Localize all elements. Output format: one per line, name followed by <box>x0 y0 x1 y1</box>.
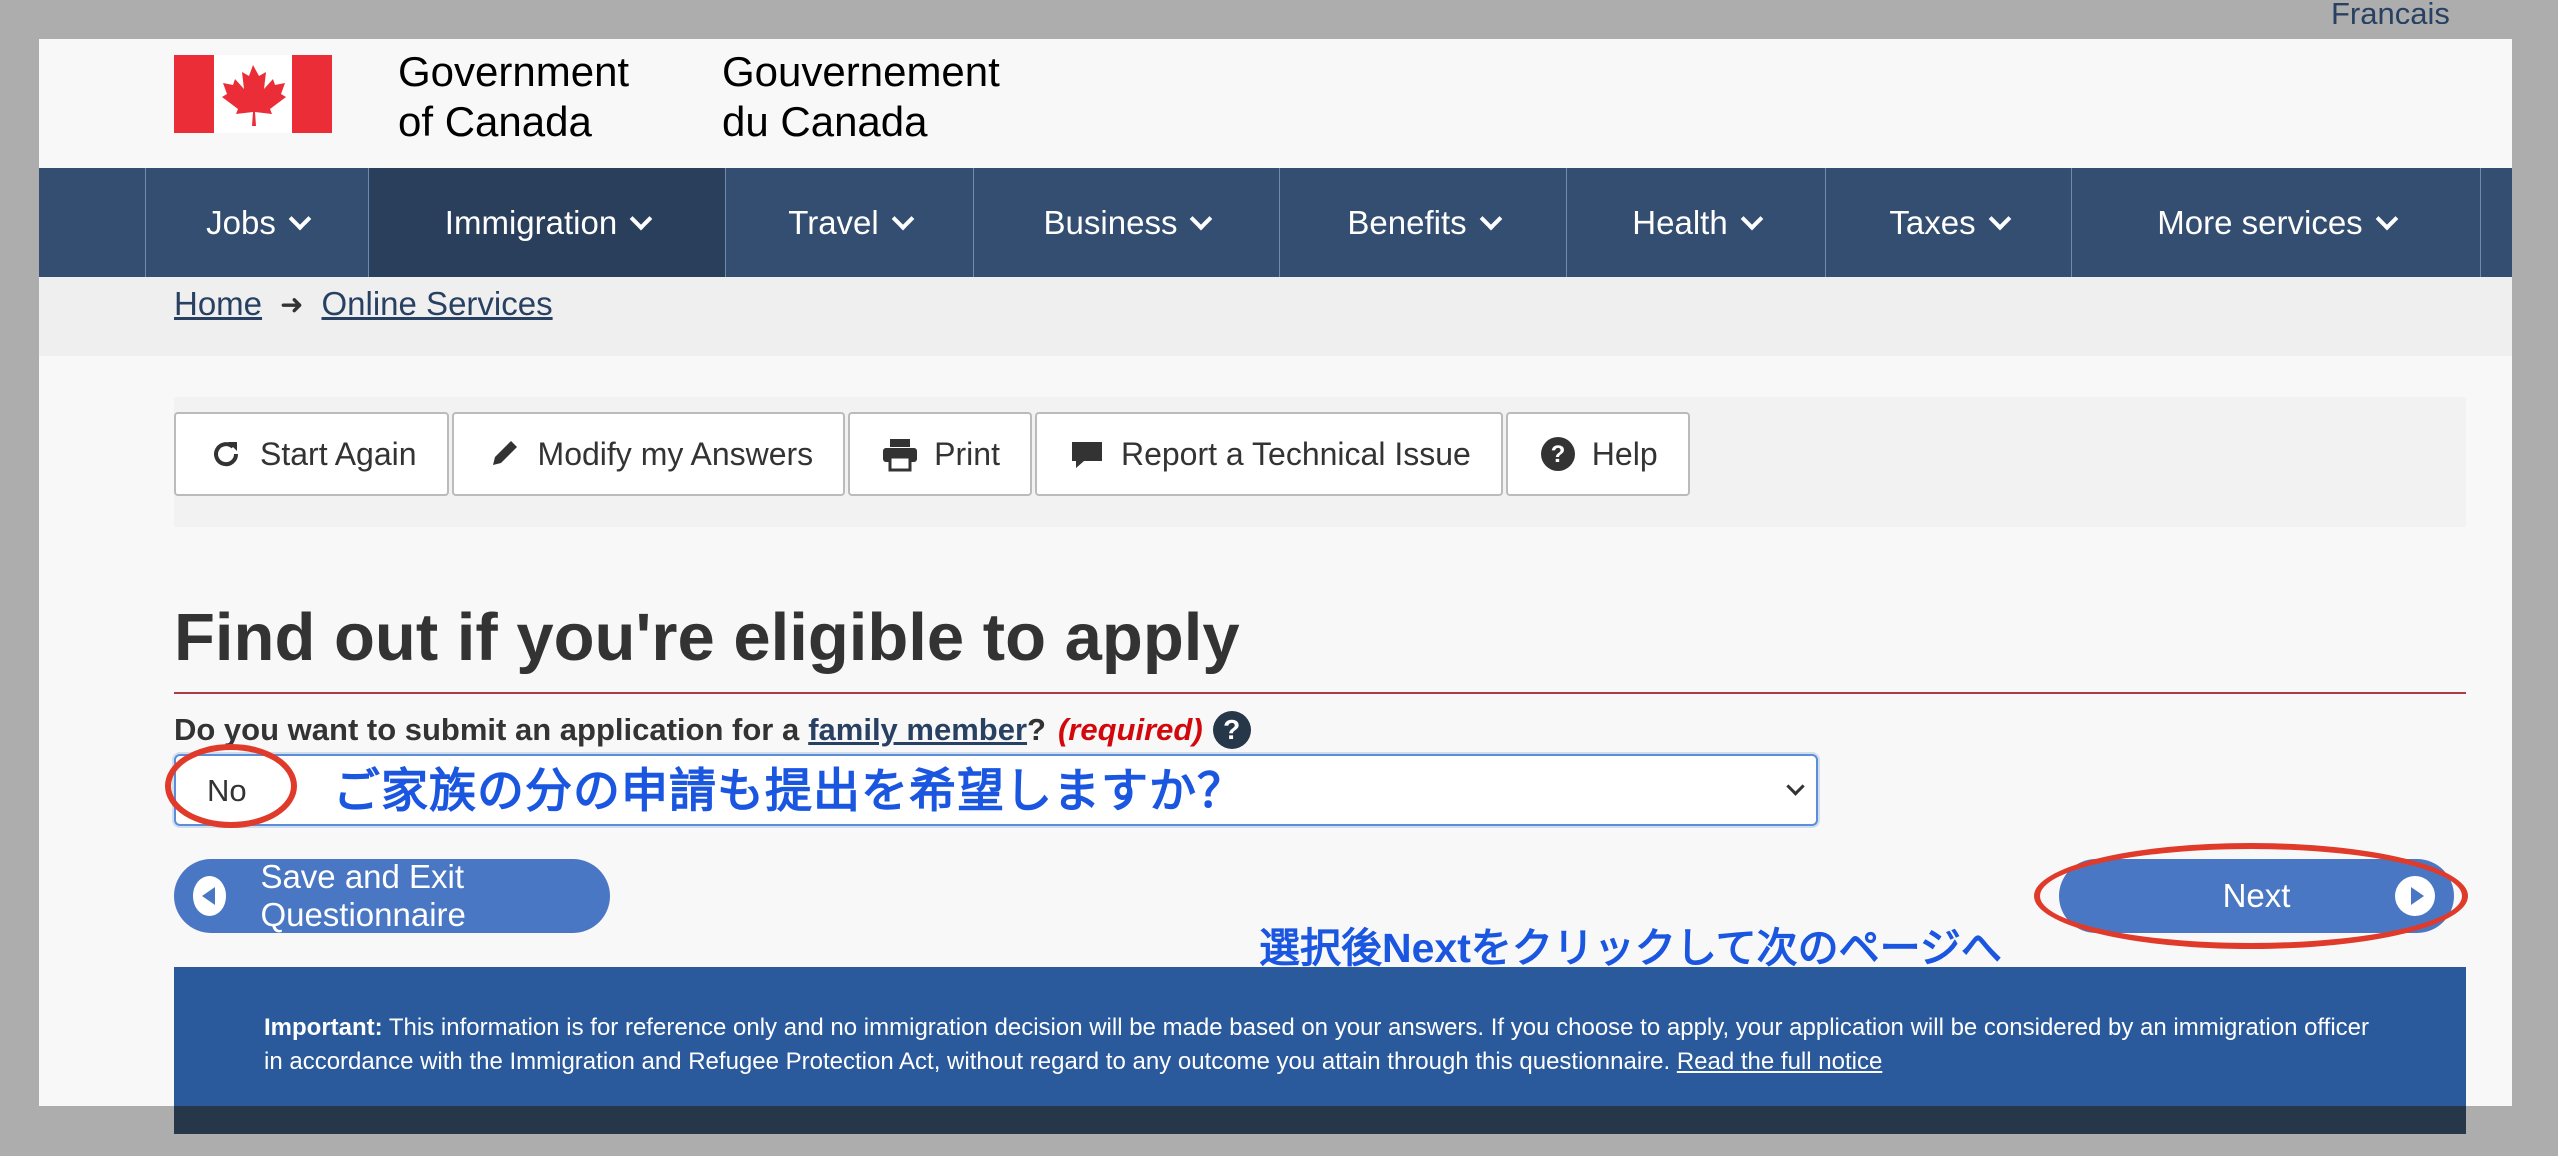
modify-answers-label: Modify my Answers <box>537 435 814 472</box>
help-glyph: ? <box>1223 714 1241 745</box>
printer-icon <box>880 434 920 474</box>
chevron-down-icon <box>2375 207 2399 230</box>
annotation-select-note: ご家族の分の申請も提出を希望しますか？ <box>333 764 1245 817</box>
annotation-circle-select <box>165 744 297 828</box>
chevron-down-icon <box>1988 207 2011 230</box>
menu-item-label: More services <box>2157 203 2363 241</box>
question-mark-text: ? <box>1027 712 1046 747</box>
comment-icon <box>1067 434 1107 474</box>
menu-item-more-services[interactable]: More services <box>2072 168 2481 277</box>
notice-body: This information is for reference only a… <box>264 1014 2370 1075</box>
save-exit-label: Save and Exit Questionnaire <box>260 858 466 933</box>
chevron-down-icon <box>891 207 915 230</box>
page-frame: Government of Canada Gouvernement du Can… <box>39 39 2512 1106</box>
save-exit-button[interactable]: Save and Exit Questionnaire <box>174 858 610 933</box>
menu-item-taxes[interactable]: Taxes <box>1826 168 2072 277</box>
menu-item-travel[interactable]: Travel <box>726 168 974 277</box>
notice-label: Important: <box>264 1014 383 1041</box>
menu-item-immigration[interactable]: Immigration <box>369 168 726 277</box>
annotation-next-note: 選択後Nextをクリックして次のページへ <box>1259 925 2002 971</box>
menu-item-label: Business <box>1043 203 1178 241</box>
breadcrumb: Home ➜ Online Services <box>174 285 553 323</box>
modify-answers-button[interactable]: Modify my Answers <box>451 412 846 496</box>
chevron-down-icon <box>1740 207 1764 230</box>
breadcrumb-online-services-link[interactable]: Online Services <box>322 285 553 323</box>
breadcrumb-home-link[interactable]: Home <box>174 285 262 323</box>
start-again-button[interactable]: Start Again <box>174 412 449 496</box>
chevron-down-icon <box>1479 207 1502 230</box>
arrow-right-icon: ➜ <box>280 288 304 320</box>
footer-strip <box>174 1106 2466 1134</box>
svg-text:?: ? <box>1550 441 1565 468</box>
chevron-down-icon <box>288 207 312 230</box>
page-title: Find out if you're eligible to apply <box>174 600 1240 675</box>
help-circle-icon[interactable]: ? <box>1212 711 1251 749</box>
help-label: Help <box>1591 435 1658 472</box>
chevron-down-icon <box>629 207 653 230</box>
report-issue-label: Report a Technical Issue <box>1120 435 1471 472</box>
main-menu-band: Jobs Immigration Travel Business Benefit… <box>39 168 2512 277</box>
signature-fr-line2: du Canada <box>722 98 928 145</box>
menu-item-label: Immigration <box>444 203 618 241</box>
pencil-icon <box>484 434 524 474</box>
question-label: Do you want to submit an application for… <box>174 711 1251 749</box>
help-button[interactable]: ? Help <box>1505 412 1690 496</box>
question-circle-icon: ? <box>1538 434 1578 474</box>
government-signature-en[interactable]: Government of Canada <box>398 47 629 147</box>
print-button[interactable]: Print <box>848 412 1032 496</box>
menu-item-jobs[interactable]: Jobs <box>146 168 369 277</box>
signature-en-line1: Government <box>398 48 630 95</box>
main-menu: Jobs Immigration Travel Business Benefit… <box>145 168 2481 277</box>
important-notice: Important: This information is for refer… <box>174 967 2466 1106</box>
notice-text: Important: This information is for refer… <box>264 1011 2384 1079</box>
menu-item-health[interactable]: Health <box>1567 168 1826 277</box>
start-again-label: Start Again <box>260 435 417 472</box>
chevron-down-icon <box>1786 777 1805 796</box>
family-member-link[interactable]: family member <box>808 712 1027 748</box>
read-full-notice-link[interactable]: Read the full notice <box>1677 1048 1882 1075</box>
title-divider <box>174 692 2466 694</box>
breadcrumb-band: Home ➜ Online Services <box>39 277 2512 356</box>
language-toggle-link[interactable]: Français <box>2331 0 2450 24</box>
signature-en-line2: of Canada <box>398 98 592 145</box>
refresh-icon <box>206 434 246 474</box>
annotation-circle-next <box>2034 843 2468 949</box>
chevron-down-icon <box>1190 207 1213 230</box>
print-label: Print <box>934 435 1000 472</box>
menu-item-business[interactable]: Business <box>974 168 1280 277</box>
menu-item-label: Benefits <box>1347 203 1467 241</box>
canada-flag-icon <box>174 55 332 133</box>
question-text: Do you want to submit an application for… <box>174 712 800 747</box>
menu-item-label: Taxes <box>1889 203 1976 241</box>
menu-item-label: Jobs <box>206 203 276 241</box>
menu-item-benefits[interactable]: Benefits <box>1280 168 1567 277</box>
menu-item-label: Travel <box>788 203 879 241</box>
report-issue-button[interactable]: Report a Technical Issue <box>1034 412 1503 496</box>
arrow-left-circle-icon <box>193 876 227 916</box>
toolbar: Start Again Modify my Answers Print Repo… <box>174 412 1693 496</box>
required-label: (required) <box>1057 712 1203 747</box>
signature-fr-line1: Gouvernement <box>722 48 1000 95</box>
menu-item-label: Health <box>1632 203 1728 241</box>
government-signature-fr[interactable]: Gouvernement du Canada <box>722 47 1000 147</box>
